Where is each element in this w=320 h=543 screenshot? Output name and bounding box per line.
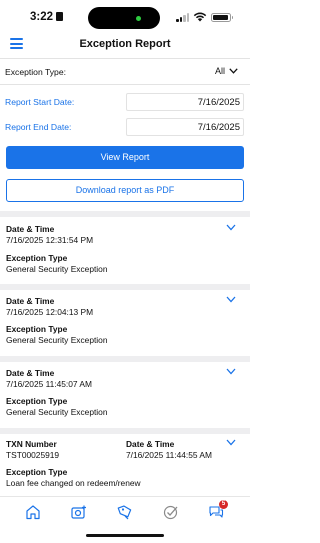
home-icon[interactable] [24,503,42,521]
report-end-date-label: Report End Date: [5,122,72,132]
datetime-label: Date & Time [6,368,55,378]
tag-icon[interactable] [116,503,134,521]
exception-card[interactable]: Date & Time 7/16/2025 12:04:13 PM Except… [0,290,250,356]
datetime-label: Date & Time [6,296,55,306]
notification-badge: 5 [219,500,228,509]
exception-type-value: All [214,66,225,76]
datetime-label: Date & Time [126,439,175,449]
report-start-date-field[interactable]: 7/16/2025 [126,93,244,111]
exception-type-value: General Security Exception [6,335,108,345]
exception-type-label: Exception Type [6,467,68,477]
filter-divider [0,84,250,85]
camera-indicator-icon [136,16,141,21]
signal-icon [176,13,190,22]
exception-type-label: Exception Type [6,253,68,263]
exception-card[interactable]: TXN Number TST00025919 Date & Time 7/16/… [0,434,250,496]
exception-type-label: Exception Type: [5,67,66,77]
page-title: Exception Report [79,38,171,50]
camera-icon[interactable] [70,503,88,521]
datetime-value: 7/16/2025 11:45:07 AM [6,379,92,389]
exception-card[interactable]: Date & Time 7/16/2025 11:45:07 AM Except… [0,362,250,428]
exception-type-label: Exception Type [6,396,68,406]
battery-icon [211,13,233,22]
exception-type-value: General Security Exception [6,264,108,274]
txn-number-label: TXN Number [6,439,57,449]
chevron-down-icon[interactable] [226,224,236,231]
datetime-value: 7/16/2025 12:04:13 PM [6,307,94,317]
txn-number-value: TST00025919 [6,450,60,460]
chevron-down-icon [229,68,238,74]
chat-tab[interactable]: 5 [207,500,228,521]
header-divider [0,58,250,59]
datetime-value: 7/16/2025 12:31:54 PM [6,235,94,245]
wifi-icon [193,12,207,22]
exception-type-value: Loan fee changed on redeem/renew [6,478,141,488]
chevron-down-icon[interactable] [226,296,236,303]
exception-type-label: Exception Type [6,324,68,334]
dynamic-island [88,7,160,29]
report-end-date-value: 7/16/2025 [197,122,240,133]
app-header: Exception Report [0,34,250,56]
chevron-down-icon[interactable] [226,439,236,446]
report-end-date-field[interactable]: 7/16/2025 [126,118,244,136]
status-time: 3:22 [30,11,64,23]
download-pdf-button[interactable]: Download report as PDF [6,179,244,202]
datetime-label: Date & Time [6,224,55,234]
exception-type-select[interactable]: All [215,66,238,76]
report-start-date-value: 7/16/2025 [197,97,240,108]
chevron-down-icon[interactable] [226,368,236,375]
sim-badge-icon [56,12,64,21]
datetime-value: 7/16/2025 11:44:55 AM [126,450,212,460]
exception-card[interactable]: Date & Time 7/16/2025 12:31:54 PM Except… [0,217,250,284]
status-bar: 3:22 [0,0,250,34]
report-start-date-label: Report Start Date: [5,97,75,107]
view-report-button[interactable]: View Report [6,146,244,169]
checkmark-icon[interactable] [162,503,180,521]
home-indicator [86,534,164,537]
exception-type-value: General Security Exception [6,407,108,417]
